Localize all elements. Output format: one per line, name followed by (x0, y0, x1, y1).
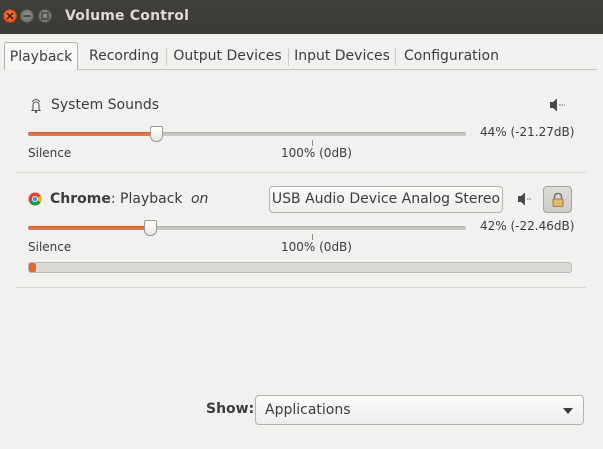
stream-separator (16, 287, 586, 288)
minimize-window-button[interactable] (20, 9, 34, 23)
chrome-volume-fill (28, 226, 151, 230)
tab-separator (395, 48, 396, 66)
bell-icon (30, 99, 42, 114)
chrome-peak-meter-fill (29, 263, 36, 272)
system-sounds-volume-handle[interactable] (150, 126, 163, 142)
window-title: Volume Control (65, 8, 190, 24)
silence-label: Silence (28, 240, 72, 254)
close-icon (6, 12, 14, 20)
tab-configuration[interactable]: Configuration (397, 42, 506, 70)
speaker-mute-toggle-icon[interactable] (548, 97, 566, 113)
close-window-button[interactable] (3, 9, 17, 23)
system-sounds-volume-slider[interactable] (28, 132, 466, 136)
silence-label: Silence (28, 146, 72, 160)
system-sounds-volume-fill (28, 132, 157, 136)
title-bar: Volume Control (0, 0, 603, 34)
chevron-down-icon (563, 408, 573, 414)
tab-separator (166, 48, 167, 66)
stream-separator (16, 172, 586, 173)
system-sounds-volume-value: 44% (-21.27dB) (480, 125, 575, 139)
chrome-peak-meter (28, 262, 572, 273)
speaker-mute-toggle-icon[interactable] (516, 191, 534, 207)
lock-icon (552, 192, 564, 207)
tab-input-devices[interactable]: Input Devices (290, 42, 394, 70)
output-device-button[interactable]: USB Audio Device Analog Stereo (269, 186, 503, 213)
minimize-icon (23, 15, 31, 17)
tab-recording[interactable]: Recording (83, 42, 165, 70)
chrome-volume-handle[interactable] (144, 220, 157, 236)
chrome-volume-slider[interactable] (28, 226, 466, 230)
chrome-stream-title: Chrome: Playback on (50, 191, 208, 207)
tab-output-devices[interactable]: Output Devices (168, 42, 287, 70)
chrome-stream-name: : Playback (110, 191, 183, 207)
reference-level-label: 100% (0dB) (281, 146, 352, 160)
show-filter-dropdown[interactable]: Applications (255, 395, 584, 425)
maximize-window-button[interactable] (38, 9, 52, 23)
chrome-stream-state: on (190, 191, 209, 207)
system-sounds-label: System Sounds (51, 97, 160, 113)
tab-separator (288, 48, 289, 66)
active-tab-gap (5, 69, 77, 70)
maximize-icon (41, 12, 49, 20)
chrome-app-name: Chrome (50, 191, 111, 207)
chrome-app-icon (28, 192, 42, 206)
tab-playback[interactable]: Playback (4, 42, 78, 70)
show-filter-value: Applications (265, 402, 351, 418)
chrome-volume-value: 42% (-22.46dB) (480, 219, 575, 233)
lock-channels-button[interactable] (543, 186, 572, 213)
reference-level-label: 100% (0dB) (281, 240, 352, 254)
show-filter-label: Show: (206, 401, 255, 417)
